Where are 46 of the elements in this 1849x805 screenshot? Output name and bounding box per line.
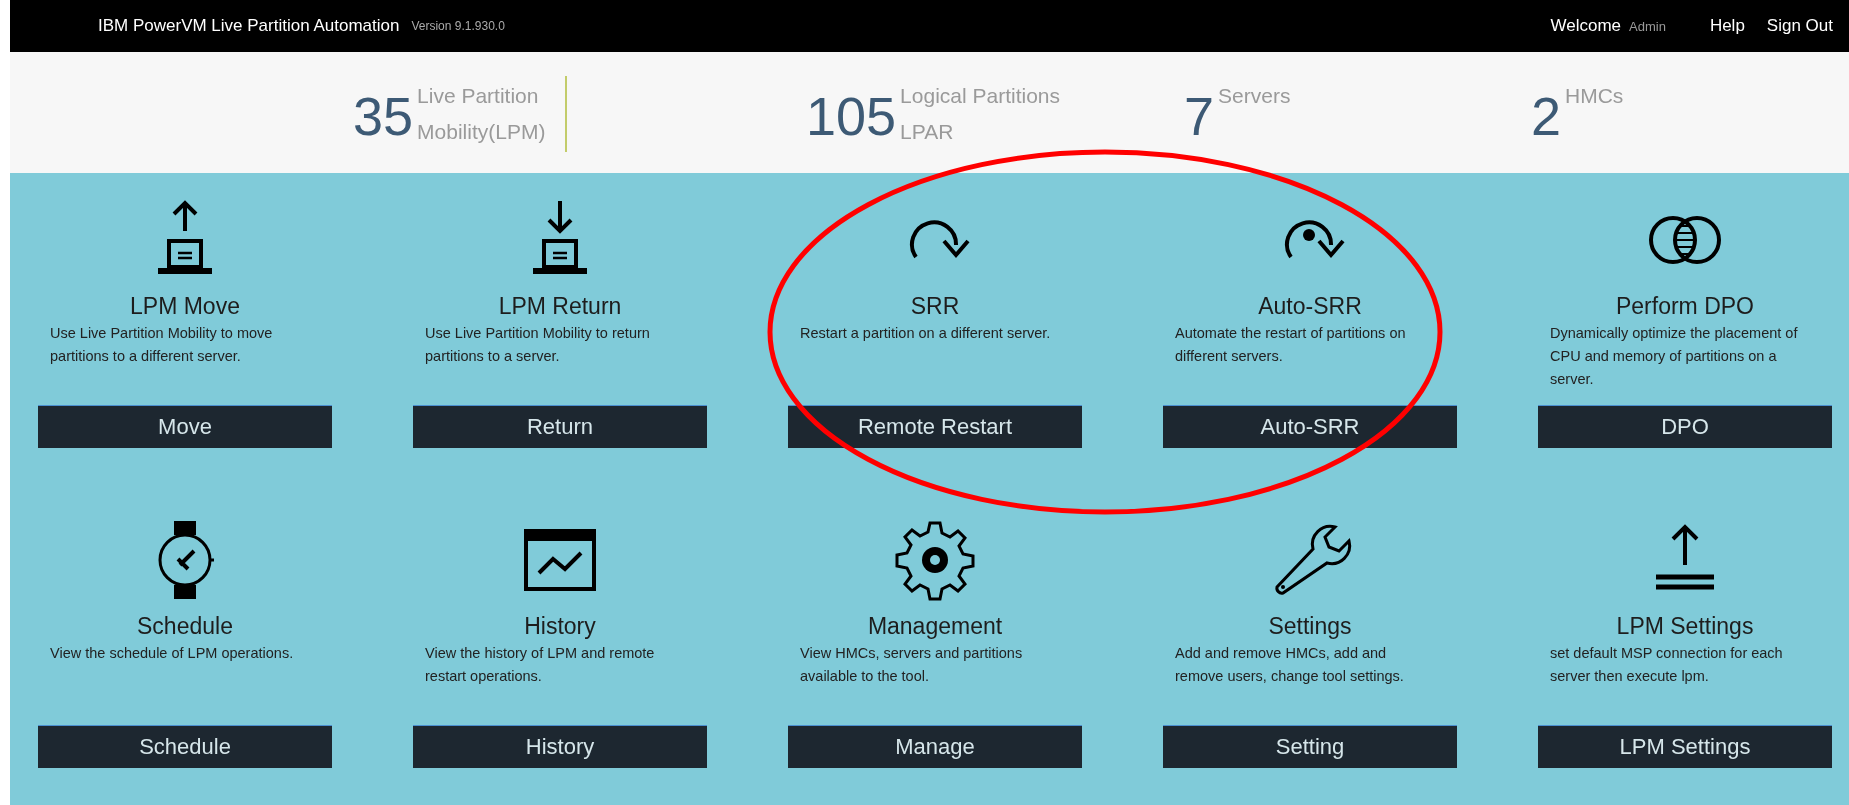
tile-description: View the history of LPM and remote restart operations. — [424, 644, 656, 686]
tile-description: Use Live Partition Mobility to move partitions to a different server. — [49, 324, 274, 366]
stat-value: 105 — [806, 86, 897, 146]
action-button[interactable]: DPO — [1538, 405, 1832, 448]
action-button[interactable]: Schedule — [38, 725, 332, 768]
tile-title: Management — [866, 612, 1004, 640]
action-button[interactable]: Auto-SRR — [1163, 405, 1457, 448]
action-button[interactable]: Manage — [788, 725, 1082, 768]
app-title: IBM PowerVM Live Partition Automation — [98, 16, 400, 36]
stat-label: HMCs — [1565, 83, 1624, 109]
action-button[interactable]: History — [413, 725, 707, 768]
tile-title: LPM Settings — [1615, 612, 1755, 640]
tile-title: SRR — [909, 292, 961, 320]
stat-label: Servers — [1218, 83, 1291, 109]
stat-value: 7 — [1184, 86, 1215, 146]
tile-title: Settings — [1267, 612, 1353, 640]
tile-description: Automate the restart of partitions on different servers. — [1174, 324, 1407, 366]
stat-label: Mobility(LPM) — [417, 119, 546, 145]
action-button[interactable]: LPM Settings — [1538, 725, 1832, 768]
stat-value: 35 — [353, 86, 414, 146]
tile-title: LPM Move — [129, 292, 241, 320]
tile-description: View HMCs, servers and partitions available to the tool. — [799, 644, 1024, 686]
tile-description: Dynamically optimize the placement of CPU and memory of partitions on a server. — [1549, 324, 1799, 389]
stat-label: LPAR — [900, 119, 955, 145]
tile-description: Add and remove HMCs, add and remove users, change tool settings. — [1174, 644, 1405, 686]
tile-description: Restart a partition on a different server. — [799, 324, 1052, 343]
action-button[interactable]: Move — [38, 405, 332, 448]
user-name: Admin — [1629, 18, 1666, 34]
tile-title: History — [523, 612, 597, 640]
tile-description: View the schedule of LPM operations. — [49, 644, 295, 663]
tile-title: LPM Return — [497, 292, 623, 320]
tile-title: Auto-SRR — [1257, 292, 1363, 320]
stat-value: 2 — [1531, 86, 1562, 146]
header-link[interactable]: Sign Out — [1766, 16, 1833, 36]
action-button[interactable]: Setting — [1163, 725, 1457, 768]
action-button[interactable]: Remote Restart — [788, 405, 1082, 448]
welcome-label: Welcome — [1550, 16, 1621, 36]
stat-label: Logical Partitions — [900, 83, 1061, 109]
tile-description: set default MSP connection for each server then execute lpm. — [1549, 644, 1784, 686]
header-link[interactable]: Help — [1709, 16, 1745, 36]
tile-description: Use Live Partition Mobility to return partitions to a server. — [424, 324, 651, 366]
version-label: Version 9.1.930.0 — [411, 19, 505, 33]
action-button[interactable]: Return — [413, 405, 707, 448]
stat-label: Live Partition — [417, 83, 540, 109]
tile-title: Schedule — [136, 612, 234, 640]
tile-title: Perform DPO — [1615, 292, 1755, 320]
